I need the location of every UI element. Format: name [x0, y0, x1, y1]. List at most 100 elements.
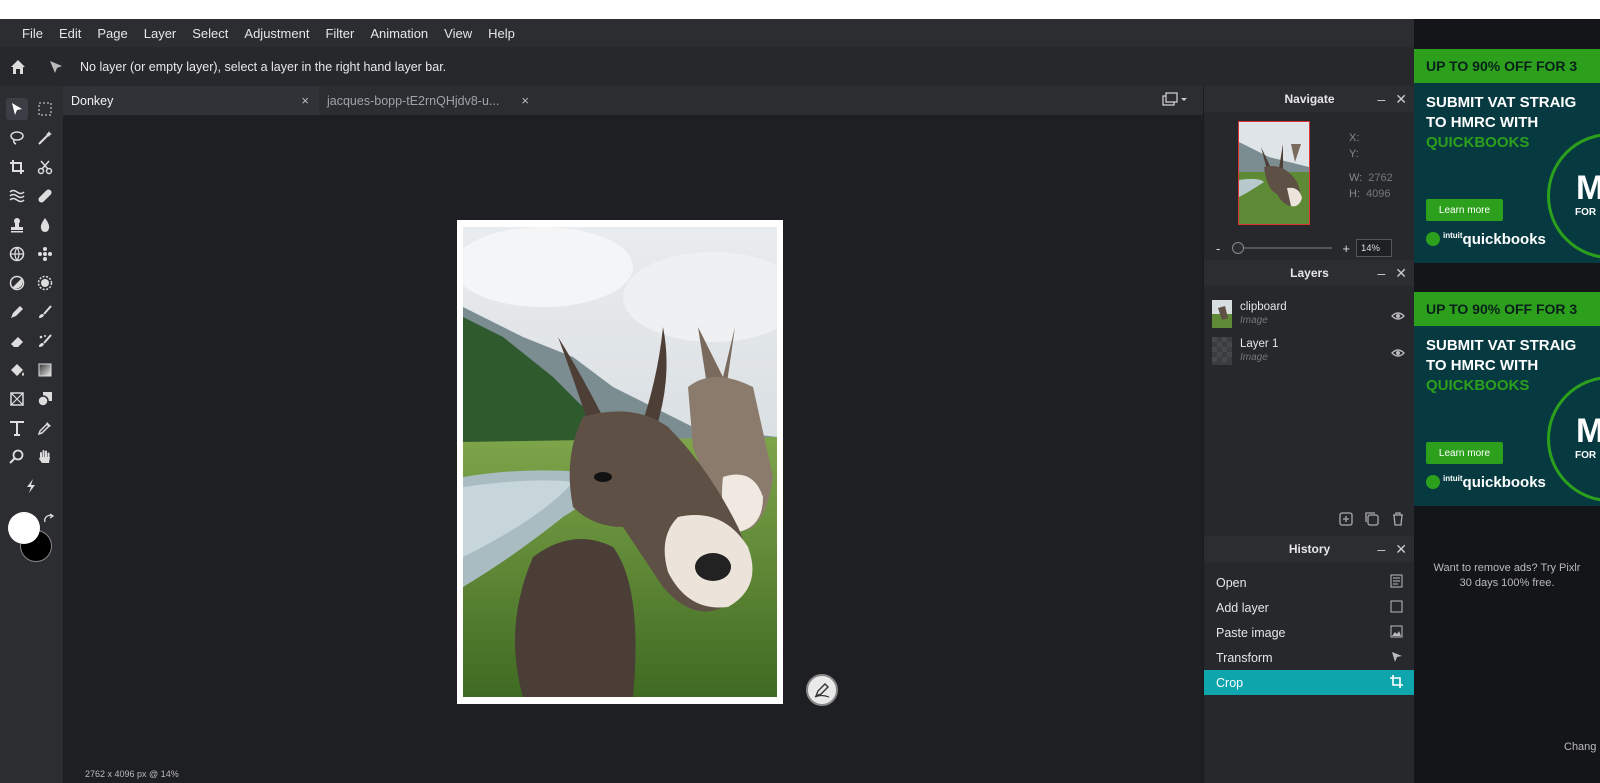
tool-bar [0, 86, 63, 783]
home-icon[interactable] [8, 57, 28, 77]
ad-line-1: SUBMIT VAT STRAIG [1426, 337, 1577, 354]
edit-pen-badge-icon[interactable] [806, 674, 838, 706]
menu-bar: File Edit Page Layer Select Adjustment F… [0, 19, 1414, 47]
navigator-thumbnail[interactable] [1238, 121, 1310, 225]
zoom-slider[interactable] [1232, 242, 1333, 254]
history-item-paste-image[interactable]: Paste image [1204, 620, 1415, 645]
marquee-select-icon[interactable] [34, 98, 56, 120]
shape-icon[interactable] [34, 388, 56, 410]
menu-help[interactable]: Help [480, 26, 523, 41]
quick-action-bolt-icon[interactable] [20, 475, 42, 497]
history-item-open[interactable]: Open [1204, 570, 1415, 595]
arrange-tool-icon[interactable] [6, 98, 28, 120]
canvas-area[interactable] [63, 115, 1203, 783]
zoom-magnifier-icon[interactable] [6, 446, 28, 468]
history-item-add-layer[interactable]: Add layer [1204, 595, 1415, 620]
menu-file[interactable]: File [0, 26, 51, 41]
close-icon[interactable]: ✕ [1395, 265, 1407, 282]
add-layer-icon[interactable] [1338, 511, 1354, 532]
menu-view[interactable]: View [436, 26, 480, 41]
menu-animation[interactable]: Animation [362, 26, 436, 41]
delete-layer-trash-icon[interactable] [1390, 511, 1406, 532]
frame-placeholder-icon[interactable] [6, 388, 28, 410]
options-hint: No layer (or empty layer), select a laye… [80, 59, 447, 74]
tab-donkey-close-icon[interactable]: × [301, 93, 309, 108]
dodge-burn-icon[interactable] [6, 272, 28, 294]
square-layer-icon [1390, 600, 1403, 616]
zoom-out-button[interactable]: - [1216, 241, 1220, 256]
zoom-in-button[interactable]: + [1342, 241, 1350, 256]
clone-stamp-icon[interactable] [6, 214, 28, 236]
change-link[interactable]: Chang [1564, 741, 1596, 753]
hand-pan-icon[interactable] [34, 446, 56, 468]
zoom-input[interactable]: 14% [1355, 239, 1392, 257]
foreground-color-swatch[interactable] [8, 512, 40, 544]
tab-jacques-bopp-label: jacques-bopp-tE2rnQHjdv8-u... [327, 93, 500, 108]
duplicate-layer-icon[interactable] [1364, 511, 1380, 532]
document-icon [1390, 574, 1403, 591]
history-title: History [1288, 542, 1331, 556]
status-text: 2762 x 4096 px @ 14% [85, 769, 179, 779]
history-item-transform[interactable]: Transform [1204, 645, 1415, 670]
visibility-eye-icon[interactable] [1391, 308, 1405, 326]
quickbooks-logo: intuitquickbooks [1426, 474, 1546, 491]
tab-jacques-bopp-close-icon[interactable]: × [521, 93, 529, 108]
color-replace-brush-icon[interactable] [34, 330, 56, 352]
ad-banner-2[interactable]: UP TO 90% OFF FOR 3 SUBMIT VAT STRAIG TO… [1414, 292, 1600, 506]
history-item-crop[interactable]: Crop [1204, 670, 1415, 695]
minimize-icon[interactable]: – [1377, 541, 1385, 558]
menu-select[interactable]: Select [184, 26, 236, 41]
layer-row-clipboard[interactable]: clipboard Image [1204, 296, 1415, 332]
magic-wand-icon[interactable] [34, 127, 56, 149]
pen-icon[interactable] [6, 301, 28, 323]
history-label: Paste image [1216, 625, 1286, 640]
close-icon[interactable]: ✕ [1395, 541, 1407, 558]
sharpen-sun-icon[interactable] [34, 272, 56, 294]
status-bar: 2762 x 4096 px @ 14% [63, 759, 203, 783]
tab-donkey-label: Donkey [71, 93, 114, 108]
sponge-globe-icon[interactable] [6, 243, 28, 265]
ad-learn-more-button[interactable]: Learn more [1426, 442, 1503, 464]
eraser-icon[interactable] [6, 330, 28, 352]
lasso-icon[interactable] [6, 127, 28, 149]
pattern-dots-icon[interactable] [34, 243, 56, 265]
visibility-eye-icon[interactable] [1391, 345, 1405, 363]
ad-banner-1[interactable]: UP TO 90% OFF FOR 3 SUBMIT VAT STRAIG TO… [1414, 49, 1600, 263]
minimize-icon[interactable]: – [1377, 91, 1385, 108]
menu-filter[interactable]: Filter [317, 26, 362, 41]
blur-drop-icon[interactable] [34, 214, 56, 236]
swap-colors-icon[interactable] [42, 513, 56, 527]
history-label: Crop [1216, 675, 1244, 690]
document-canvas[interactable] [457, 220, 783, 704]
brush-icon[interactable] [34, 301, 56, 323]
zoom-slider-knob[interactable] [1232, 242, 1245, 254]
layer-type: Image [1240, 352, 1268, 363]
menu-layer[interactable]: Layer [136, 26, 185, 41]
close-icon[interactable]: ✕ [1395, 91, 1407, 108]
heal-bandage-icon[interactable] [34, 185, 56, 207]
menu-page[interactable]: Page [89, 26, 135, 41]
history-label: Open [1216, 575, 1247, 590]
move-arrow-icon [46, 57, 66, 77]
gradient-icon[interactable] [34, 359, 56, 381]
history-panel-header: History – ✕ [1204, 536, 1415, 562]
text-icon[interactable] [6, 417, 28, 439]
fill-bucket-icon[interactable] [6, 359, 28, 381]
ad-learn-more-button[interactable]: Learn more [1426, 199, 1503, 221]
layer-type: Image [1240, 315, 1268, 326]
window-arrange-icon[interactable] [1161, 92, 1189, 113]
layer-row-layer-1[interactable]: Layer 1 Image [1204, 333, 1415, 369]
image-icon [1390, 625, 1403, 641]
minimize-icon[interactable]: – [1377, 265, 1385, 282]
ad-big-letter: M [1576, 412, 1600, 450]
remove-ads-text[interactable]: Want to remove ads? Try Pixlr 30 days 10… [1414, 561, 1600, 591]
menu-adjustment[interactable]: Adjustment [236, 26, 317, 41]
tab-jacques-bopp[interactable]: jacques-bopp-tE2rnQHjdv8-u... × [319, 86, 539, 115]
crop-icon[interactable] [6, 156, 28, 178]
tab-donkey[interactable]: Donkey × [63, 86, 319, 115]
liquify-icon[interactable] [6, 185, 28, 207]
cutout-scissors-icon[interactable] [34, 156, 56, 178]
menu-edit[interactable]: Edit [51, 26, 89, 41]
eyedropper-icon[interactable] [34, 417, 56, 439]
ad-small-text: FOR [1575, 207, 1597, 218]
